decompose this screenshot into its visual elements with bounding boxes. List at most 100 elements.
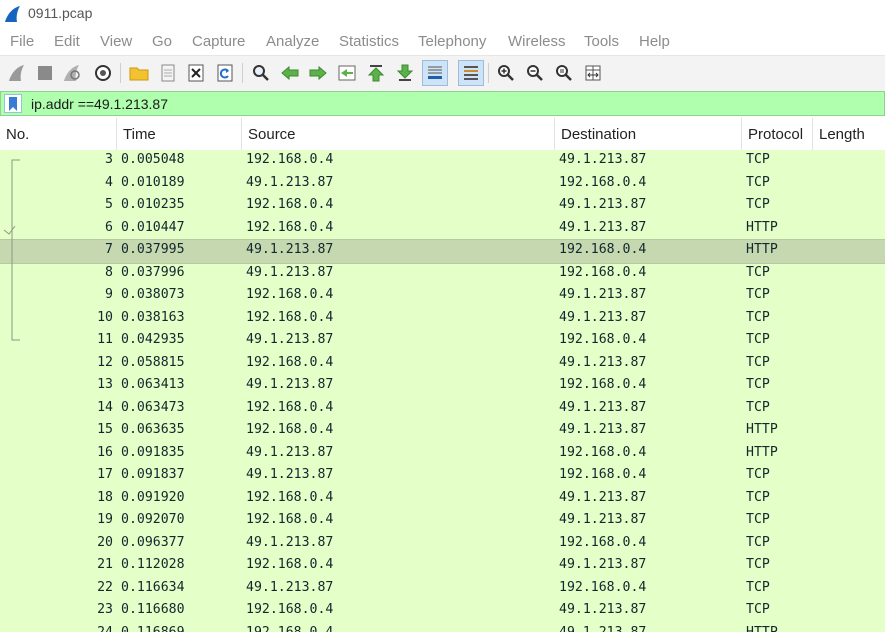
packet-row[interactable]: 17 0.091837 49.1.213.87 192.168.0.4 TCP [0,465,885,488]
packet-row[interactable]: 10 0.038163 192.168.0.4 49.1.213.87 TCP [0,308,885,331]
close-file-icon[interactable] [185,62,207,84]
packet-protocol: TCP [746,287,770,302]
packet-source: 49.1.213.87 [246,242,334,257]
packet-row[interactable]: 15 0.063635 192.168.0.4 49.1.213.87 HTTP [0,420,885,443]
toolbar-separator [120,63,121,83]
menu-capture[interactable]: Capture [192,33,245,50]
packet-source: 192.168.0.4 [246,557,334,572]
packet-row[interactable]: 5 0.010235 192.168.0.4 49.1.213.87 TCP [0,195,885,218]
packet-protocol: TCP [746,579,770,595]
packet-source: 192.168.0.4 [246,512,334,527]
packet-time: 0.063413 [121,377,185,392]
packet-protocol: TCP [746,512,770,527]
menu-help[interactable]: Help [639,33,670,50]
packet-row[interactable]: 13 0.063413 49.1.213.87 192.168.0.4 TCP [0,375,885,398]
packet-row[interactable]: 24 0.116869 192.168.0.4 49.1.213.87 HTTP [0,623,885,632]
packet-number: 23 [97,602,113,617]
packet-source: 49.1.213.87 [246,579,334,595]
packet-destination: 192.168.0.4 [559,242,647,257]
last-packet-icon[interactable] [394,62,416,84]
display-filter-input[interactable] [27,92,875,115]
packet-row[interactable]: 16 0.091835 49.1.213.87 192.168.0.4 HTTP [0,443,885,466]
packet-time: 0.058815 [121,354,185,370]
bookmark-icon[interactable] [4,94,22,113]
menu-tools[interactable]: Tools [584,33,619,50]
packet-source: 192.168.0.4 [246,219,334,235]
packet-row[interactable]: 6 0.010447 192.168.0.4 49.1.213.87 HTTP [0,218,885,241]
packet-row[interactable]: 11 0.042935 49.1.213.87 192.168.0.4 TCP [0,330,885,353]
packet-row[interactable]: 12 0.058815 192.168.0.4 49.1.213.87 TCP [0,353,885,376]
menu-telephony[interactable]: Telephony [418,33,486,50]
packet-row[interactable]: 9 0.038073 192.168.0.4 49.1.213.87 TCP [0,285,885,308]
toolbar-separator [242,63,243,83]
title-bar: 0911.pcap [0,0,885,28]
packet-protocol: HTTP [746,422,778,437]
packet-row[interactable]: 21 0.112028 192.168.0.4 49.1.213.87 TCP [0,555,885,578]
capture-options-gear-icon[interactable] [92,62,114,84]
packet-destination: 192.168.0.4 [559,332,647,347]
packet-row[interactable]: 3 0.005048 192.168.0.4 49.1.213.87 TCP [0,150,885,173]
packet-row[interactable]: 23 0.116680 192.168.0.4 49.1.213.87 TCP [0,600,885,623]
save-file-icon[interactable] [157,62,179,84]
packet-number: 19 [97,512,113,527]
menu-analyze[interactable]: Analyze [266,33,319,50]
menu-statistics[interactable]: Statistics [339,33,399,50]
packet-row[interactable]: 19 0.092070 192.168.0.4 49.1.213.87 TCP [0,510,885,533]
packet-source: 192.168.0.4 [246,309,334,325]
packet-time: 0.005048 [121,152,185,167]
packet-source: 49.1.213.87 [246,332,334,347]
resize-columns-icon[interactable] [582,62,604,84]
related-packets-indicator [3,159,20,341]
packet-number: 13 [97,377,113,392]
zoom-in-icon[interactable] [495,62,517,84]
menu-edit[interactable]: Edit [54,33,80,50]
packet-number: 14 [97,399,113,415]
stop-capture-icon[interactable] [34,62,56,84]
packet-destination: 49.1.213.87 [559,624,647,632]
packet-list-header: No. Time Source Destination Protocol Len… [0,118,885,151]
normal-size-icon[interactable] [553,62,575,84]
start-capture-fin-icon[interactable] [6,62,28,84]
packet-destination: 49.1.213.87 [559,602,647,617]
packet-protocol: TCP [746,534,770,550]
menu-wireless[interactable]: Wireless [508,33,566,50]
find-packet-icon[interactable] [250,62,272,84]
packet-source: 49.1.213.87 [246,174,334,190]
packet-destination: 192.168.0.4 [559,174,647,190]
go-to-packet-icon[interactable] [336,62,358,84]
packet-row[interactable]: 4 0.010189 49.1.213.87 192.168.0.4 TCP [0,173,885,196]
packet-row[interactable]: 18 0.091920 192.168.0.4 49.1.213.87 TCP [0,488,885,511]
packet-row[interactable]: 20 0.096377 49.1.213.87 192.168.0.4 TCP [0,533,885,556]
reload-file-icon[interactable] [214,62,236,84]
packet-number: 12 [97,354,113,370]
packet-row[interactable]: 7 0.037995 49.1.213.87 192.168.0.4 HTTP [0,239,885,264]
packet-time: 0.096377 [121,534,185,550]
packet-number: 16 [97,444,113,460]
packet-row[interactable]: 22 0.116634 49.1.213.87 192.168.0.4 TCP [0,578,885,601]
packet-number: 18 [97,489,113,505]
packet-time: 0.042935 [121,332,185,347]
packet-time: 0.038163 [121,309,185,325]
next-packet-icon[interactable] [307,62,329,84]
open-folder-icon[interactable] [128,62,150,84]
first-packet-icon[interactable] [365,62,387,84]
column-header-no[interactable]: No. [0,118,117,150]
column-header-source[interactable]: Source [242,118,555,150]
packet-protocol: TCP [746,309,770,325]
column-header-length[interactable]: Length [813,118,885,150]
column-header-time[interactable]: Time [117,118,242,150]
packet-source: 192.168.0.4 [246,152,334,167]
menu-file[interactable]: File [10,33,34,50]
previous-packet-icon[interactable] [279,62,301,84]
column-header-protocol[interactable]: Protocol [742,118,813,150]
colorize-list-icon[interactable] [458,60,484,86]
packet-row[interactable]: 8 0.037996 49.1.213.87 192.168.0.4 TCP [0,263,885,286]
restart-capture-icon[interactable] [62,62,84,84]
auto-scroll-icon[interactable] [422,60,448,86]
column-header-destination[interactable]: Destination [555,118,742,150]
menu-view[interactable]: View [100,33,132,50]
menu-go[interactable]: Go [152,33,172,50]
zoom-out-icon[interactable] [524,62,546,84]
packet-destination: 192.168.0.4 [559,534,647,550]
packet-row[interactable]: 14 0.063473 192.168.0.4 49.1.213.87 TCP [0,398,885,421]
